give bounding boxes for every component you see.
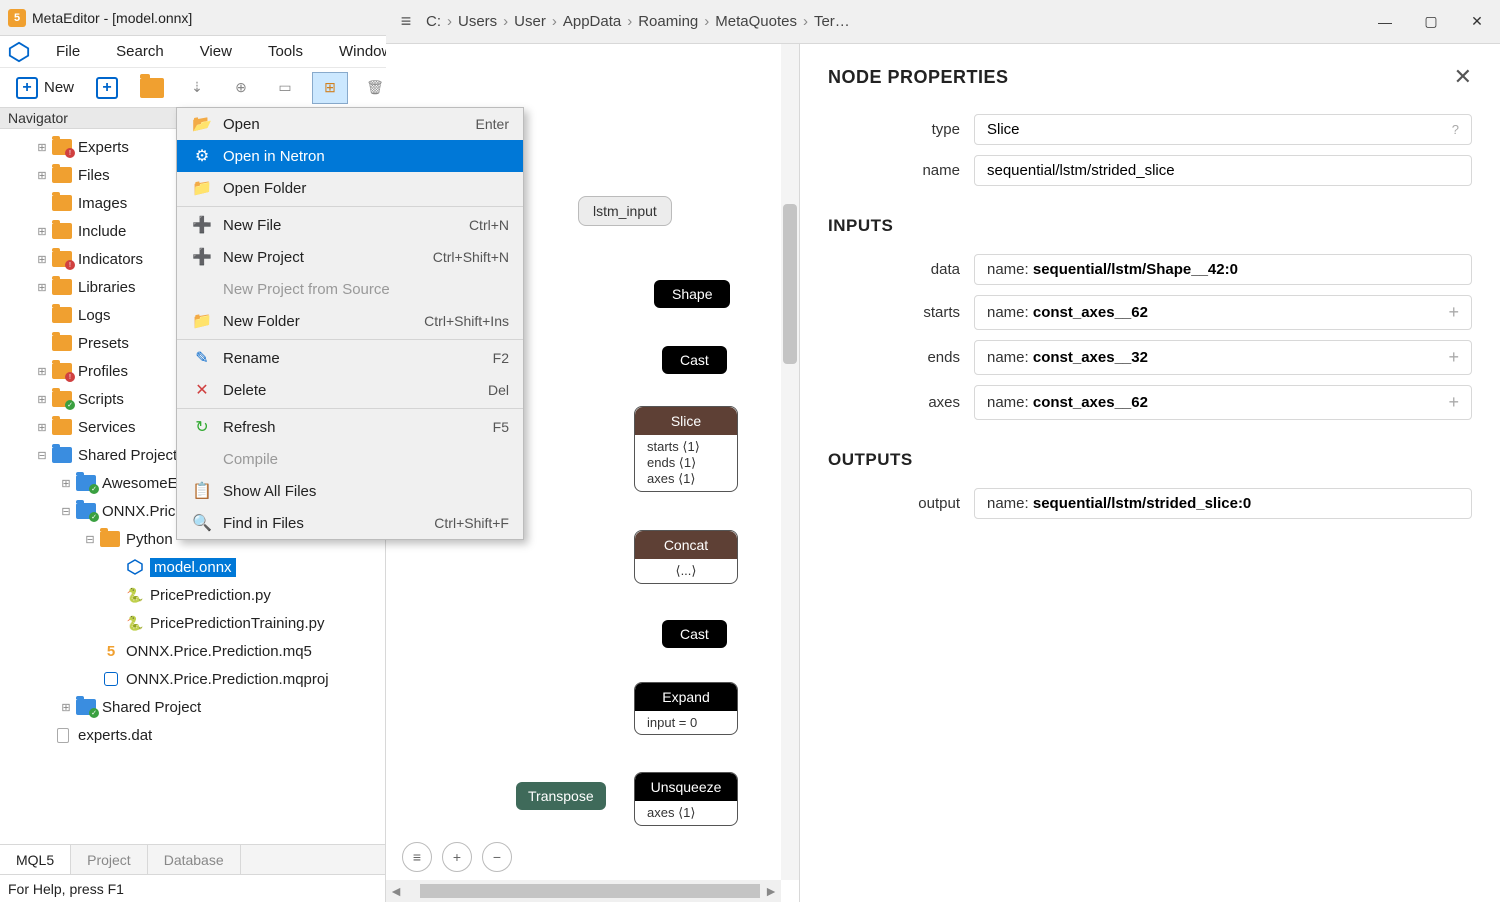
- open-folder-button[interactable]: [134, 74, 170, 102]
- maximize-button[interactable]: ▢: [1408, 0, 1454, 44]
- navigator-tabs: MQL5 Project Database: [0, 844, 385, 874]
- ctx-find-in-files[interactable]: 🔍Find in FilesCtrl+Shift+F: [177, 507, 523, 539]
- tree-item[interactable]: ONNX.Price.Prediction.mqproj: [0, 665, 385, 693]
- vertical-scrollbar[interactable]: [781, 44, 799, 880]
- ctx-delete[interactable]: ✕DeleteDel: [177, 374, 523, 406]
- download2-icon: ⊕: [230, 77, 252, 99]
- menu-view[interactable]: View: [186, 39, 246, 64]
- horizontal-scrollbar[interactable]: ◄ ►: [386, 880, 781, 902]
- graph-node-expand[interactable]: Expand input = 0: [634, 682, 738, 735]
- graph-node-slice[interactable]: Slice starts ⟨1⟩ends ⟨1⟩axes ⟨1⟩: [634, 406, 738, 492]
- layout2-button[interactable]: ⊞: [312, 72, 348, 104]
- prop-output: outputname: sequential/lstm/strided_slic…: [828, 488, 1472, 519]
- logo-icon: [8, 41, 30, 63]
- scroll-right-icon[interactable]: ►: [761, 883, 781, 899]
- ctx-compile: Compile: [177, 443, 523, 475]
- graph-list-button[interactable]: ≡: [402, 842, 432, 872]
- trash-icon: 🗑: [364, 77, 386, 99]
- breadcrumb-part[interactable]: C:: [426, 13, 441, 30]
- properties-close-button[interactable]: ✕: [1454, 64, 1472, 90]
- app-icon: 5: [8, 9, 26, 27]
- graph-node-shape[interactable]: Shape: [654, 280, 730, 308]
- download2-button[interactable]: ⊕: [224, 73, 258, 103]
- breadcrumb-part[interactable]: MetaQuotes: [715, 13, 797, 30]
- tree-item[interactable]: 5ONNX.Price.Prediction.mq5: [0, 637, 385, 665]
- window-controls: — ▢ ✕: [1362, 0, 1500, 44]
- prop-axes: axesname: const_axes__62+: [828, 385, 1472, 420]
- inputs-heading: INPUTS: [828, 216, 1472, 236]
- graph-node-transpose[interactable]: Transpose: [516, 782, 606, 810]
- download-button[interactable]: ⇣: [180, 73, 214, 103]
- scroll-left-icon[interactable]: ◄: [386, 883, 406, 899]
- menu-search[interactable]: Search: [102, 39, 178, 64]
- zoom-in-button[interactable]: +: [442, 842, 472, 872]
- expand-icon[interactable]: +: [1448, 347, 1459, 368]
- tree-item[interactable]: model.onnx: [0, 553, 385, 581]
- ctx-new-project-from-source: New Project from Source: [177, 273, 523, 305]
- menu-tools[interactable]: Tools: [254, 39, 317, 64]
- hamburger-icon[interactable]: ≡: [386, 11, 426, 32]
- ctx-refresh[interactable]: ↻RefreshF5: [177, 411, 523, 443]
- expand-icon[interactable]: +: [1448, 302, 1459, 323]
- zoom-out-button[interactable]: −: [482, 842, 512, 872]
- tab-project[interactable]: Project: [71, 845, 148, 874]
- graph-node-unsqueeze[interactable]: Unsqueeze axes ⟨1⟩: [634, 772, 738, 826]
- layout-button[interactable]: ▭: [268, 73, 302, 103]
- breadcrumb-part[interactable]: Roaming: [638, 13, 698, 30]
- ctx-open[interactable]: 📂OpenEnter: [177, 108, 523, 140]
- netron-panel: ≡ C:›Users›User›AppData›Roaming›MetaQuot…: [386, 0, 1500, 902]
- breadcrumb-part[interactable]: Users: [458, 13, 497, 30]
- prop-type: type Slice?: [828, 114, 1472, 145]
- outputs-heading: OUTPUTS: [828, 450, 1472, 470]
- help-icon[interactable]: ?: [1452, 122, 1459, 137]
- ctx-show-all-files[interactable]: 📋Show All Files: [177, 475, 523, 507]
- breadcrumb[interactable]: C:›Users›User›AppData›Roaming›MetaQuotes…: [426, 13, 1362, 30]
- netron-toolbar: ≡ C:›Users›User›AppData›Roaming›MetaQuot…: [386, 0, 1500, 44]
- ctx-new-project[interactable]: ➕New ProjectCtrl+Shift+N: [177, 241, 523, 273]
- tab-mql5[interactable]: MQL5: [0, 845, 71, 874]
- breadcrumb-part[interactable]: AppData: [563, 13, 621, 30]
- ctx-new-folder[interactable]: 📁New FolderCtrl+Shift+Ins: [177, 305, 523, 337]
- expand-icon[interactable]: +: [1448, 392, 1459, 413]
- graph-node-cast2[interactable]: Cast: [662, 620, 727, 648]
- layout-icon: ▭: [274, 77, 296, 99]
- ctx-open-folder[interactable]: 📁Open Folder: [177, 172, 523, 204]
- tree-item[interactable]: experts.dat: [0, 721, 385, 749]
- status-bar: For Help, press F1: [0, 874, 385, 902]
- prop-starts: startsname: const_axes__62+: [828, 295, 1472, 330]
- download-icon: ⇣: [186, 77, 208, 99]
- prop-data: dataname: sequential/lstm/Shape__42:0: [828, 254, 1472, 285]
- ctx-new-file[interactable]: ➕New FileCtrl+N: [177, 209, 523, 241]
- prop-ends: endsname: const_axes__32+: [828, 340, 1472, 375]
- graph-node-concat[interactable]: Concat ⟨...⟩: [634, 530, 738, 584]
- tree-item[interactable]: 🐍PricePrediction.py: [0, 581, 385, 609]
- minimize-button[interactable]: —: [1362, 0, 1408, 44]
- graph-node-cast1[interactable]: Cast: [662, 346, 727, 374]
- tree-item[interactable]: 🐍PricePredictionTraining.py: [0, 609, 385, 637]
- app-title: MetaEditor - [model.onnx]: [32, 10, 192, 26]
- prop-name: name sequential/lstm/strided_slice: [828, 155, 1472, 186]
- breadcrumb-part[interactable]: User: [514, 13, 546, 30]
- menu-file[interactable]: File: [42, 39, 94, 64]
- graph-controls: ≡ + −: [402, 842, 512, 872]
- tree-item[interactable]: ⊞✓Shared Project: [0, 693, 385, 721]
- ctx-open-in-netron[interactable]: ⚙Open in Netron: [177, 140, 523, 172]
- breadcrumb-part[interactable]: Ter…: [814, 13, 850, 30]
- new-button[interactable]: + New: [10, 73, 80, 103]
- folder-icon: [140, 78, 164, 98]
- graph-input-node[interactable]: lstm_input: [578, 196, 672, 226]
- close-button[interactable]: ✕: [1454, 0, 1500, 44]
- properties-title: NODE PROPERTIES: [828, 67, 1009, 88]
- tab-database[interactable]: Database: [148, 845, 241, 874]
- ctx-rename[interactable]: ✎RenameF2: [177, 342, 523, 374]
- layout2-icon: ⊞: [319, 77, 341, 99]
- new-window-button[interactable]: +: [90, 73, 124, 103]
- plus-icon: +: [96, 77, 118, 99]
- new-icon: +: [16, 77, 38, 99]
- context-menu[interactable]: 📂OpenEnter⚙Open in Netron📁Open Folder ➕Ne…: [176, 107, 524, 540]
- properties-panel: NODE PROPERTIES ✕ type Slice? name seque…: [800, 44, 1500, 902]
